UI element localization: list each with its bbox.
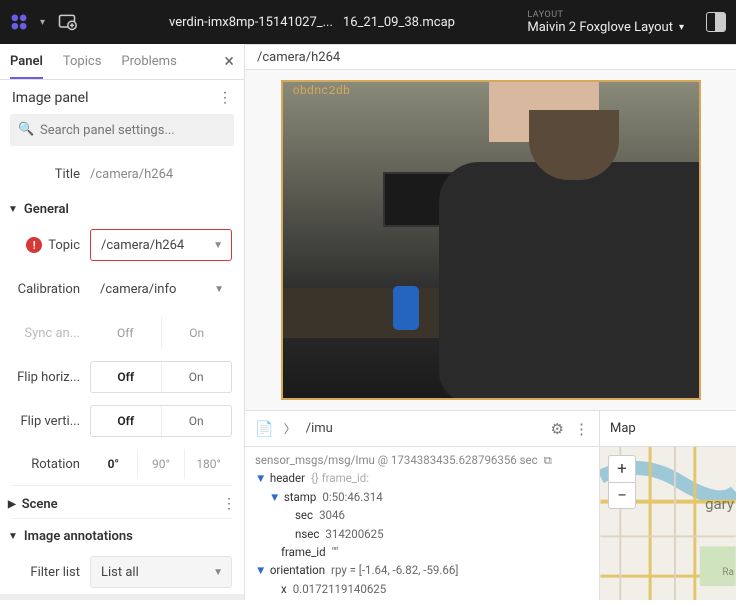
topic-select[interactable]: /camera/h264▼ (90, 229, 232, 261)
panel-layout-icon[interactable] (704, 10, 728, 34)
zoom-out-button[interactable]: − (609, 482, 635, 508)
flipv-label: Flip verti... (12, 414, 90, 429)
image-topic: /camera/h264 (257, 50, 340, 65)
section-scene[interactable]: ▶ Scene ⋮ (0, 486, 244, 518)
chevron-right-icon: ▶ (8, 499, 16, 510)
settings-sidebar: Panel Topics Problems × Image panel ⋮ 🔍 … (0, 44, 245, 600)
layout-selector[interactable]: LAYOUT Maivin 2 Foxglove Layout ▾ (527, 10, 684, 35)
gear-icon[interactable]: ⚙ (551, 420, 564, 438)
close-icon[interactable]: × (224, 51, 234, 72)
raw-message-tree: sensor_msgs/msg/Imu @ 1734383435.6287963… (245, 447, 599, 600)
copy-icon[interactable]: ⧉ (544, 451, 552, 469)
file-name-2: 16_21_09_38.mcap (343, 15, 455, 30)
title-value[interactable]: /camera/h264 (90, 167, 232, 182)
scene-menu-icon[interactable]: ⋮ (222, 496, 236, 512)
rot-90[interactable]: 90° (137, 449, 185, 479)
section-general[interactable]: ▼ General (0, 192, 244, 223)
sync-label: Sync an... (12, 326, 90, 341)
flipv-on[interactable]: On (161, 406, 232, 436)
sync-on[interactable]: On (161, 317, 233, 349)
section-annotations[interactable]: ▼ Image annotations (0, 519, 244, 550)
map-title: Map (600, 411, 736, 447)
app-logo[interactable] (8, 11, 30, 33)
image-topic-bar: /camera/h264 (245, 44, 736, 70)
tree-toggle[interactable]: ▼ (255, 561, 267, 579)
panel-menu-icon[interactable]: ⋮ (218, 90, 232, 106)
rotation-label: Rotation (12, 457, 90, 472)
topic-label: Topic (48, 238, 80, 253)
map-city-label: gary (705, 495, 734, 513)
search-input[interactable] (10, 114, 234, 146)
title-label: Title (12, 167, 90, 182)
chevron-down-icon: ▾ (679, 22, 684, 33)
chevron-down-icon: ▼ (214, 284, 224, 295)
map-road-label: Ra (722, 567, 734, 578)
calibration-label: Calibration (12, 282, 90, 297)
image-watermark: obdnc2db (293, 84, 351, 98)
chevron-down-icon: ▼ (213, 567, 223, 578)
raw-message-panel: 📄 〉 ⚙ ⋮ sensor_msgs/msg/Imu @ 1734383435… (245, 411, 600, 600)
rot-180[interactable]: 180° (184, 449, 232, 479)
map-zoom-control: + − (608, 455, 636, 509)
filter-select[interactable]: List all▼ (90, 556, 232, 588)
flipv-off[interactable]: Off (91, 406, 161, 436)
tab-problems[interactable]: Problems (121, 46, 176, 77)
chevron-down-icon[interactable]: ▾ (40, 17, 45, 28)
camera-image: obdnc2db (281, 80, 701, 400)
chevron-down-icon: ▼ (213, 240, 223, 251)
chevron-down-icon: ▼ (8, 204, 18, 215)
app-header: ▾ verdin-imx8mp-15141027_... 16_21_09_38… (0, 0, 736, 44)
layout-name: Maivin 2 Foxglove Layout (527, 20, 673, 35)
add-panel-icon[interactable] (55, 10, 79, 34)
panel-title: Image panel (12, 90, 89, 106)
layout-label: LAYOUT (527, 10, 563, 20)
file-name-1: verdin-imx8mp-15141027_... (169, 15, 333, 30)
raw-topic-input[interactable] (306, 421, 541, 436)
calibration-select[interactable]: /camera/info▼ (90, 273, 232, 305)
map-panel: Map + (600, 411, 736, 600)
fliph-on[interactable]: On (161, 362, 232, 392)
raw-menu-icon[interactable]: ⋮ (574, 420, 589, 438)
chevron-right-icon[interactable]: 〉 (284, 420, 296, 437)
rot-0[interactable]: 0° (90, 449, 137, 479)
copy-icon[interactable]: 📄 (255, 420, 274, 438)
tab-panel[interactable]: Panel (10, 46, 43, 79)
tab-topics[interactable]: Topics (63, 46, 102, 77)
chevron-down-icon: ▼ (8, 531, 18, 542)
tree-toggle[interactable]: ▼ (269, 488, 281, 506)
filter-label: Filter list (12, 565, 90, 580)
annotation-item[interactable]: /model/boxes2d (0, 594, 244, 600)
sync-off[interactable]: Off (90, 317, 161, 349)
error-icon: ! (26, 237, 42, 253)
zoom-in-button[interactable]: + (609, 456, 635, 482)
fliph-off[interactable]: Off (91, 362, 161, 392)
tree-toggle[interactable]: ▼ (255, 469, 267, 487)
fliph-label: Flip horiz... (12, 370, 90, 385)
image-viewport[interactable]: obdnc2db (245, 70, 736, 410)
